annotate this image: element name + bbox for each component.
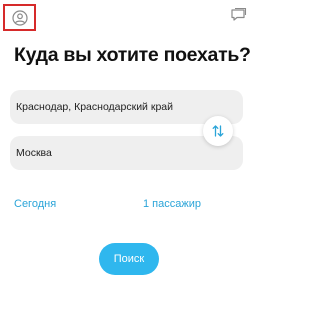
chat-bubble-icon [231,7,247,21]
page-title: Куда вы хотите поехать? [14,44,251,66]
to-field-value: Москва [16,147,52,159]
search-button[interactable]: Поиск [99,243,159,275]
passengers-selector[interactable]: 1 пассажир [143,198,201,210]
from-field-value: Краснодар, Краснодарский край [16,101,173,113]
swap-arrows-icon [212,125,224,137]
date-selector[interactable]: Сегодня [14,198,56,210]
swap-route-button[interactable] [203,116,233,146]
chat-button[interactable] [229,6,247,24]
user-icon [11,9,28,26]
profile-button[interactable] [3,4,36,31]
